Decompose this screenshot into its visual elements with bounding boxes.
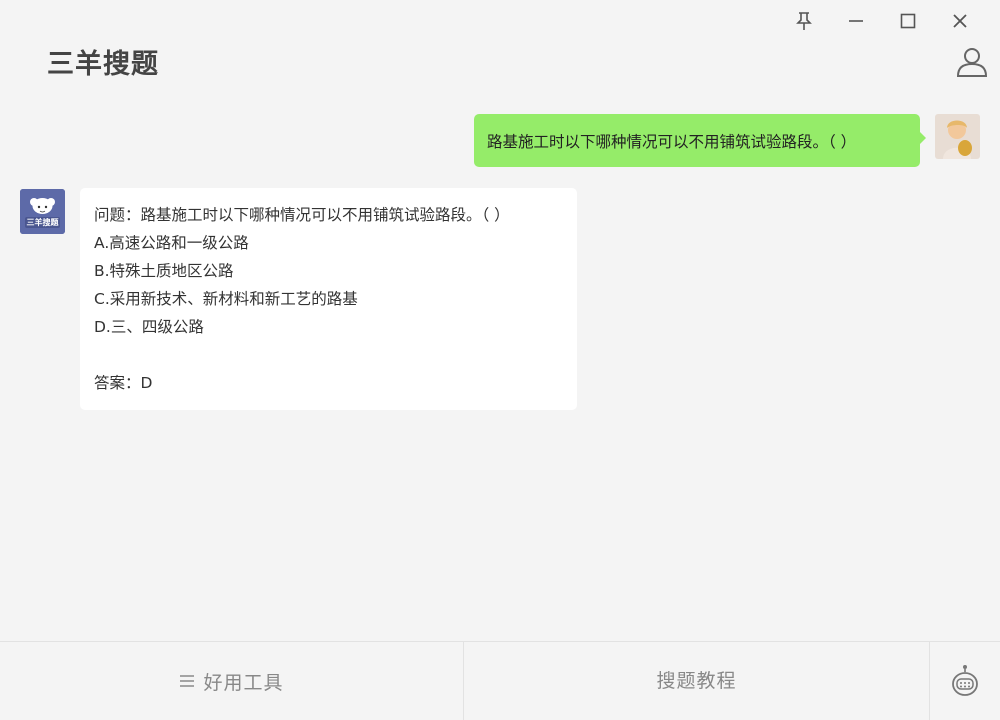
maximize-icon <box>900 13 916 29</box>
user-icon <box>956 48 988 77</box>
option-d: D.三、四级公路 <box>94 318 204 336</box>
bottom-toolbar: 好用工具 搜题教程 <box>0 641 1000 720</box>
useful-tools-label: 好用工具 <box>203 671 284 694</box>
user-photo-icon <box>935 114 980 159</box>
user-profile-button[interactable] <box>956 46 988 78</box>
maximize-button[interactable] <box>882 8 934 34</box>
bot-avatar-label: 三羊搜题 <box>26 218 59 227</box>
option-c: C.采用新技术、新材料和新工艺的路基 <box>94 290 358 308</box>
bot-reply-bubble: 问题：路基施工时以下哪种情况可以不用铺筑试验路段。（ ） A.高速公路和一级公路… <box>80 188 577 410</box>
user-message-bubble: 路基施工时以下哪种情况可以不用铺筑试验路段。（ ） <box>474 114 926 167</box>
minimize-button[interactable] <box>830 8 882 34</box>
close-button[interactable] <box>934 8 986 34</box>
menu-icon <box>179 674 195 688</box>
option-b: B.特殊土质地区公路 <box>94 262 234 280</box>
answer-text: 答案：D <box>94 374 153 392</box>
close-icon <box>953 14 967 28</box>
minimize-icon <box>849 20 863 22</box>
search-tutorial-label: 搜题教程 <box>656 669 737 692</box>
question-text: 问题：路基施工时以下哪种情况可以不用铺筑试验路段。（ ） <box>94 206 510 224</box>
useful-tools-button[interactable]: 好用工具 <box>0 642 464 720</box>
window-controls <box>778 8 986 34</box>
search-tutorial-button[interactable]: 搜题教程 <box>464 642 930 720</box>
pin-button[interactable] <box>778 8 830 34</box>
option-a: A.高速公路和一级公路 <box>94 234 249 252</box>
robot-icon <box>952 665 978 696</box>
bot-avatar: 三羊搜题 <box>20 189 65 234</box>
app-title: 三羊搜题 <box>47 49 159 80</box>
pin-icon <box>796 12 812 30</box>
user-avatar <box>935 114 980 159</box>
robot-assistant-button[interactable] <box>930 642 1000 720</box>
